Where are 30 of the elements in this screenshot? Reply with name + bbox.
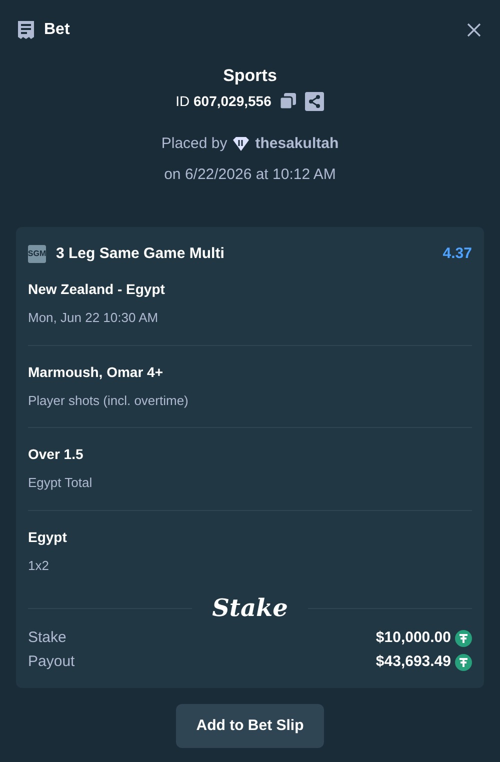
receipt-icon: [17, 20, 35, 40]
close-button[interactable]: [465, 21, 483, 39]
total-amount: $10,000.00: [376, 628, 451, 648]
leg-subtitle: Player shots (incl. overtime): [28, 392, 190, 410]
copy-icon[interactable]: [279, 92, 298, 110]
leg-title: Egypt: [28, 528, 68, 547]
total-label: Stake: [28, 628, 66, 648]
coin-icon: [455, 654, 472, 670]
leg-subtitle: Egypt Total: [28, 474, 94, 492]
leg-subtitle: 1x2: [28, 556, 50, 574]
total-label: Payout: [28, 652, 75, 672]
placed-date: on 6/22/2026 at 10:12 AM: [164, 165, 336, 185]
leg-title: Over 1.5: [28, 445, 84, 464]
placed-by-label: Placed by: [161, 134, 228, 154]
stake-logo: Stake: [211, 592, 289, 624]
share-icon[interactable]: [305, 92, 324, 110]
username-link[interactable]: thesakultah: [255, 132, 339, 155]
total-amount: $43,693.49: [376, 652, 451, 672]
diamond-icon: [232, 136, 250, 152]
dialog-title: Bet: [44, 20, 70, 40]
sgm-badge: SGM: [28, 244, 46, 263]
bet-category: Sports: [223, 65, 277, 87]
leg-subtitle: Mon, Jun 22 10:30 AM: [28, 309, 160, 327]
odds: 4.37: [442, 244, 472, 264]
leg-title: New Zealand - Egypt: [28, 280, 166, 299]
bet-title: 3 Leg Same Game Multi: [56, 244, 224, 264]
leg-title: Marmoush, Omar 4+: [28, 362, 164, 382]
bet-id: ID 607,029,556: [176, 92, 272, 110]
add-to-bet-slip-button[interactable]: Add to Bet Slip: [176, 704, 324, 748]
coin-icon: [455, 630, 472, 646]
